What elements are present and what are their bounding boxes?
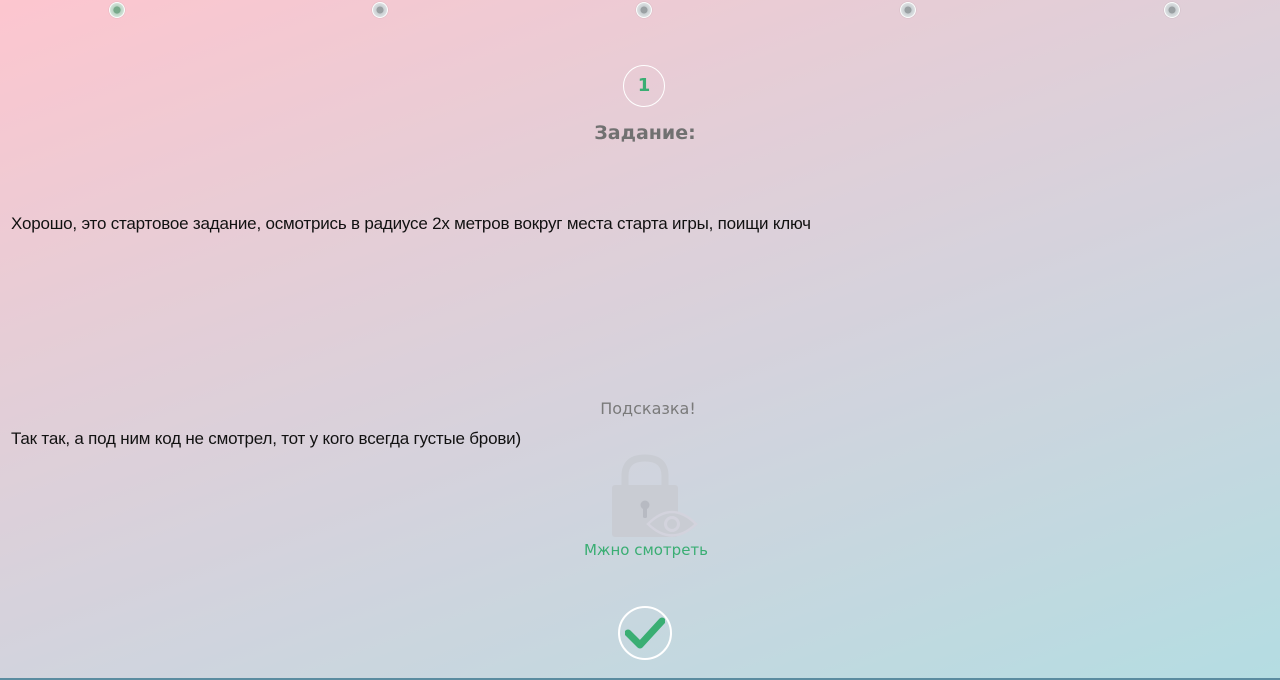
checkmark-icon	[625, 617, 665, 649]
hint-lock[interactable]	[604, 452, 700, 544]
progress-step-5[interactable]	[1164, 2, 1180, 18]
lock-status-label: Мжно смотреть	[583, 541, 708, 559]
hint-text: Так так, а под ним код не смотрел, тот у…	[11, 429, 521, 448]
progress-step-1[interactable]	[109, 2, 125, 18]
progress-steps	[0, 0, 1280, 22]
task-title: Задание:	[594, 122, 696, 144]
progress-step-4[interactable]	[900, 2, 916, 18]
progress-step-2[interactable]	[372, 2, 388, 18]
task-description: Хорошо, это стартовое задание, осмотрись…	[11, 214, 811, 233]
task-number-badge: 1	[623, 65, 665, 107]
confirm-button[interactable]	[618, 606, 672, 660]
lock-eye-icon	[612, 454, 698, 537]
hint-title: Подсказка!	[600, 399, 696, 418]
progress-step-3[interactable]	[636, 2, 652, 18]
